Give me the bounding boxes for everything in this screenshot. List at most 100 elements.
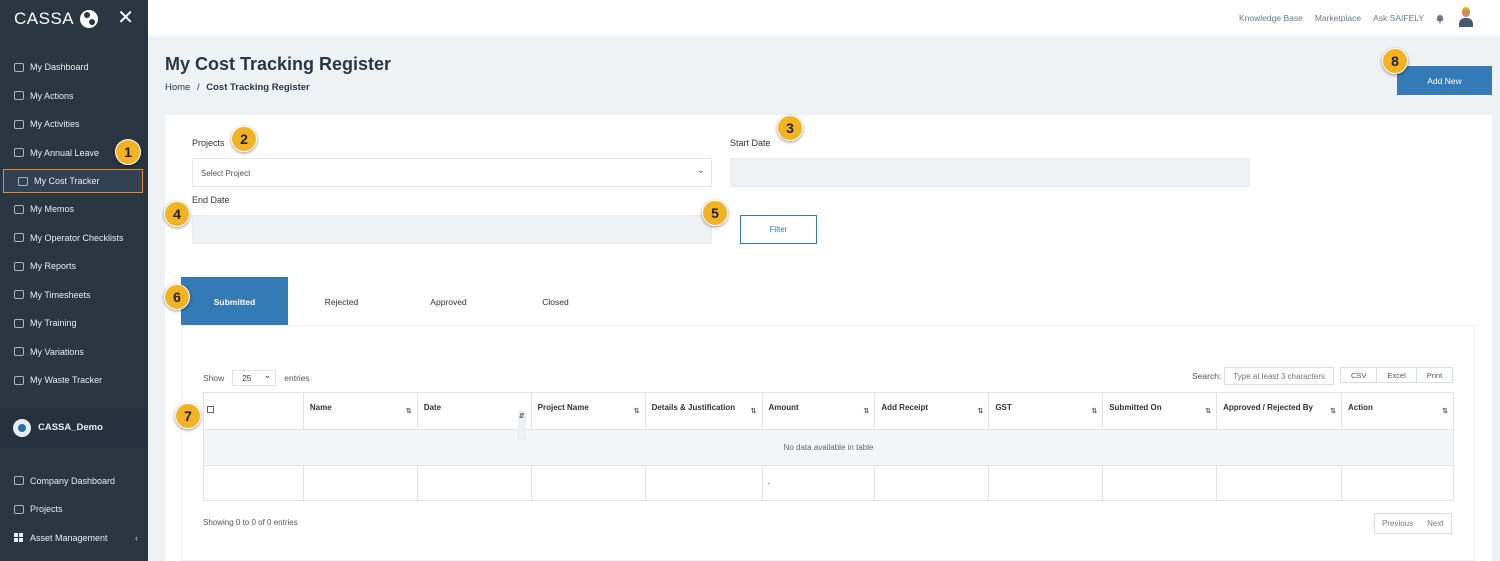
callout-7: 7 [175, 403, 201, 429]
export-buttons: CSV Excel Print [1340, 367, 1454, 383]
pagination: Previous Next [1374, 513, 1452, 534]
column-header-approved-by[interactable]: Approved / Rejected By ⇅ [1216, 392, 1343, 430]
org-logo-icon [13, 418, 31, 437]
table-info: Showing 0 to 0 of 0 entries [203, 518, 298, 527]
sidebar-item-label: My Memos [30, 204, 75, 215]
entries-label: entries [284, 373, 310, 383]
sidebar-item-my-timesheets[interactable]: My Timesheets [0, 281, 148, 310]
select-all-header [203, 392, 304, 430]
reports-icon [14, 261, 24, 271]
close-sidebar-icon[interactable]: ✕ [117, 8, 134, 28]
column-header-name[interactable]: Name ⇅ [302, 392, 418, 430]
table-header-row: Name ⇅ Date ⇵ Project Name ⇅ Details & Just… [203, 392, 1454, 440]
show-label: Show [203, 373, 225, 383]
variations-icon [14, 347, 24, 357]
sidebar-item-my-cost-tracker[interactable]: My Cost Tracker [3, 169, 143, 193]
sidebar-item-my-reports[interactable]: My Reports [0, 252, 148, 281]
page-length-control: Show 25 entries [203, 370, 310, 386]
sidebar-item-label: Asset Management [30, 532, 108, 543]
sidebar-nav: My Dashboard My Actions My Activities My… [0, 38, 148, 395]
tab-approved[interactable]: Approved [395, 277, 502, 326]
sidebar-item-label: My Timesheets [30, 289, 91, 300]
sidebar-item-label: My Actions [30, 90, 74, 101]
sort-icon: ⇅ [1442, 408, 1448, 415]
tab-closed[interactable]: Closed [502, 277, 609, 326]
sort-icon: ⇅ [750, 408, 757, 415]
page-title: My Cost Tracking Register [165, 54, 392, 74]
csv-button[interactable]: CSV [1340, 367, 1378, 383]
breadcrumb-home[interactable]: Home [165, 82, 190, 93]
sidebar-item-label: My Reports [30, 261, 77, 272]
waste-icon [14, 375, 24, 385]
table-search: Search: [1192, 367, 1335, 385]
training-icon [14, 318, 24, 328]
avatar[interactable] [1458, 9, 1474, 27]
topbar: Knowledge Base Marketplace Ask SAIFELY [148, 0, 1500, 36]
sort-icon: ⇅ [977, 408, 984, 415]
sidebar-item-my-activities[interactable]: My Activities [0, 110, 148, 139]
checklist-icon [14, 233, 24, 243]
sidebar-item-my-variations[interactable]: My Variations [0, 338, 148, 367]
add-new-button[interactable]: Add New [1397, 66, 1492, 95]
sidebar-item-my-operator-checklists[interactable]: My Operator Checklists [0, 224, 148, 253]
search-input[interactable] [1224, 367, 1335, 385]
sort-icon: ⇅ [633, 408, 640, 415]
callout-6: 6 [164, 284, 190, 310]
cassa-logo-icon [80, 10, 99, 28]
marketplace-link[interactable]: Marketplace [1315, 13, 1361, 23]
sort-icon: ⇅ [1091, 408, 1098, 415]
column-header-gst[interactable]: GST ⇅ [988, 392, 1104, 430]
project-select[interactable]: Select Project [192, 158, 712, 187]
sidebar-item-label: My Training [30, 318, 77, 329]
column-header-submitted-on[interactable]: Submitted On ⇅ [1102, 392, 1218, 430]
column-header-details[interactable]: Details & Justification ⇅ [644, 392, 763, 430]
sidebar-item-my-memos[interactable]: My Memos [0, 195, 148, 224]
sort-icon: ⇅ [1330, 408, 1337, 415]
select-all-checkbox[interactable] [207, 406, 214, 413]
org-switcher[interactable]: CASSA_Demo [0, 407, 148, 448]
sidebar-item-my-waste-tracker[interactable]: My Waste Tracker [0, 366, 148, 395]
column-header-date[interactable]: Date ⇵ [416, 392, 532, 440]
ask-saifely-link[interactable]: Ask SAIFELY [1373, 13, 1424, 23]
tab-submitted[interactable]: Submitted [181, 277, 288, 326]
end-date-label: End Date [192, 195, 230, 205]
knowledge-base-link[interactable]: Knowledge Base [1239, 13, 1303, 23]
activities-icon [14, 119, 24, 129]
filter-button[interactable]: Filter [740, 215, 817, 244]
sidebar-item-label: My Operator Checklists [30, 232, 124, 243]
next-button[interactable]: Next [1420, 514, 1450, 533]
excel-button[interactable]: Excel [1376, 367, 1417, 383]
start-date-label: Start Date [730, 138, 771, 148]
column-header-action[interactable]: Action ⇅ [1341, 392, 1454, 430]
column-header-add-receipt[interactable]: Add Receipt ⇅ [874, 392, 990, 430]
actions-icon [14, 91, 24, 101]
sort-desc-icon: ⇵ [517, 411, 526, 440]
column-header-project-name[interactable]: Project Name ⇅ [530, 392, 646, 430]
bell-icon[interactable] [1436, 14, 1444, 23]
callout-2: 2 [231, 126, 257, 152]
projects-icon [14, 504, 24, 514]
tab-rejected[interactable]: Rejected [288, 277, 395, 326]
breadcrumb-separator: / [196, 82, 200, 93]
cost-icon [18, 176, 28, 186]
sidebar-item-projects[interactable]: Projects [0, 495, 148, 524]
table-footer-row: - [203, 465, 1454, 501]
sidebar-item-my-training[interactable]: My Training [0, 309, 148, 338]
timesheet-icon [14, 290, 24, 300]
company-dashboard-icon [14, 476, 24, 486]
sidebar-item-label: My Annual Leave [30, 147, 100, 158]
sidebar-item-asset-management[interactable]: Asset Management ‹ [0, 524, 148, 553]
column-header-amount[interactable]: Amount ⇅ [761, 392, 876, 430]
sidebar-item-my-dashboard[interactable]: My Dashboard [0, 53, 148, 82]
previous-button[interactable]: Previous [1375, 514, 1420, 533]
end-date-input[interactable] [192, 215, 712, 244]
sidebar: CASSA ✕ My Dashboard My Actions My Activ… [0, 0, 148, 561]
sidebar-item-my-actions[interactable]: My Actions [0, 82, 148, 111]
sidebar-item-company-dashboard[interactable]: Company Dashboard [0, 467, 148, 496]
start-date-input[interactable] [730, 158, 1250, 187]
sort-icon: ⇅ [863, 408, 870, 415]
breadcrumb: Home / Cost Tracking Register [165, 82, 310, 93]
page-length-select[interactable]: 25 [232, 370, 277, 386]
empty-message: No data available in table [203, 429, 1454, 466]
print-button[interactable]: Print [1415, 367, 1454, 383]
